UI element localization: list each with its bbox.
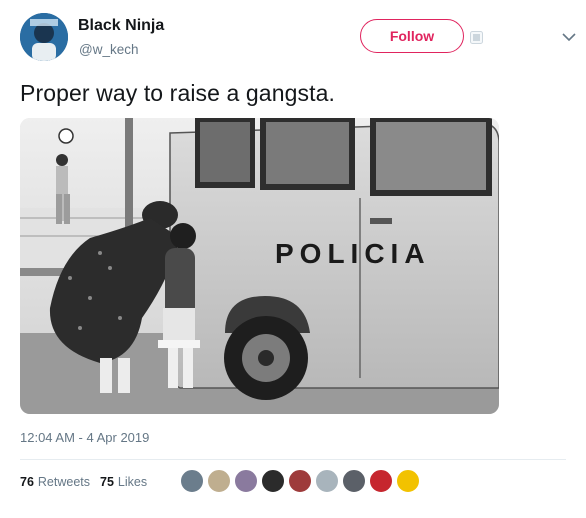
van-lettering: POLICIA	[275, 238, 431, 269]
liker-avatar[interactable]	[342, 469, 366, 493]
tweet-text: Proper way to raise a gangsta.	[20, 80, 335, 106]
liker-avatars	[180, 469, 423, 495]
likes-label: Likes	[117, 475, 148, 489]
likes-stat[interactable]: 75 Likes	[100, 475, 147, 489]
liker-avatar[interactable]	[180, 469, 204, 493]
liker-avatar[interactable]	[207, 469, 231, 493]
ads-info-icon[interactable]	[470, 31, 483, 44]
tweet-timestamp[interactable]: 12:04 AM - 4 Apr 2019	[20, 430, 149, 445]
liker-avatar[interactable]	[261, 469, 285, 493]
engagement-stats: 76 Retweets 75 Likes	[20, 475, 157, 489]
follow-button[interactable]: Follow	[360, 19, 464, 53]
liker-avatar[interactable]	[288, 469, 312, 493]
divider-top	[20, 459, 566, 460]
author-handle[interactable]: @w_kech	[79, 42, 138, 57]
author-display-name[interactable]: Black Ninja	[78, 17, 164, 35]
retweets-stat[interactable]: 76 Retweets	[20, 475, 90, 489]
retweets-count: 76	[20, 475, 34, 489]
liker-avatar[interactable]	[369, 469, 393, 493]
tweet-photo[interactable]: POLICIA	[20, 118, 499, 414]
author-avatar[interactable]	[20, 13, 68, 61]
likes-count: 75	[100, 475, 114, 489]
chevron-down-icon[interactable]	[562, 32, 576, 42]
liker-avatar[interactable]	[396, 469, 420, 493]
tweet-card: Black Ninja @w_kech Follow Proper way to…	[0, 0, 586, 518]
retweets-label: Retweets	[37, 475, 91, 489]
liker-avatar[interactable]	[315, 469, 339, 493]
liker-avatar[interactable]	[234, 469, 258, 493]
